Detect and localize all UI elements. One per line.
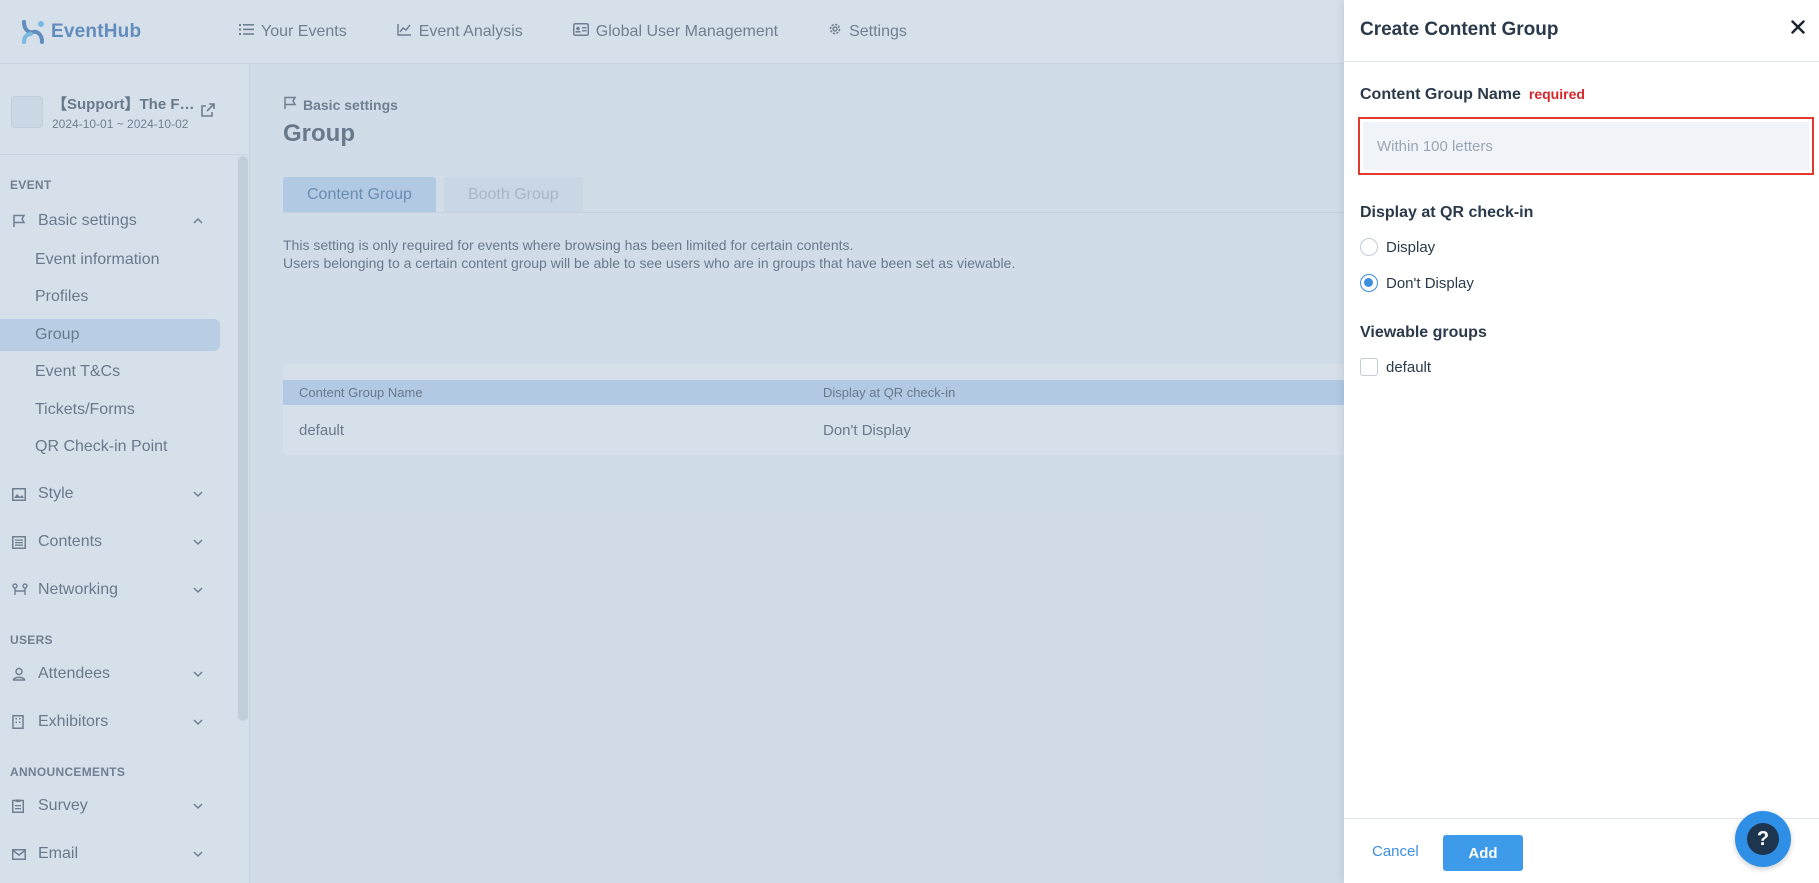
radio-display-label: Display bbox=[1386, 238, 1436, 256]
content-group-name-label: Content Group Name required bbox=[1360, 86, 1585, 104]
question-icon: ? bbox=[1747, 823, 1779, 855]
create-content-group-drawer: Create Content Group Content Group Name r… bbox=[1344, 0, 1819, 883]
add-button[interactable]: Add bbox=[1443, 835, 1523, 871]
checkbox-default-box[interactable] bbox=[1360, 358, 1378, 376]
radio-display-circle[interactable] bbox=[1360, 238, 1378, 256]
radio-dont-display[interactable]: Don't Display bbox=[1360, 274, 1474, 292]
content-group-name-highlight bbox=[1358, 117, 1814, 175]
display-at-qr-label: Display at QR check-in bbox=[1360, 204, 1534, 221]
modal-backdrop[interactable] bbox=[0, 0, 1344, 883]
viewable-groups-label: Viewable groups bbox=[1360, 324, 1487, 341]
cancel-button[interactable]: Cancel bbox=[1372, 843, 1419, 860]
content-group-name-label-text: Content Group Name bbox=[1360, 86, 1521, 103]
checkbox-default[interactable]: default bbox=[1360, 358, 1431, 376]
help-button[interactable]: ? bbox=[1735, 811, 1791, 867]
radio-dont-display-label: Don't Display bbox=[1386, 274, 1474, 292]
radio-display[interactable]: Display bbox=[1360, 238, 1435, 256]
radio-dont-display-circle[interactable] bbox=[1360, 274, 1378, 292]
checkbox-default-label: default bbox=[1386, 358, 1432, 376]
close-icon bbox=[1791, 19, 1805, 39]
close-button[interactable] bbox=[1786, 17, 1810, 41]
required-badge: required bbox=[1528, 86, 1585, 102]
drawer-title: Create Content Group bbox=[1360, 19, 1559, 40]
content-group-name-input[interactable] bbox=[1363, 122, 1809, 170]
drawer-header-divider bbox=[1344, 61, 1819, 62]
